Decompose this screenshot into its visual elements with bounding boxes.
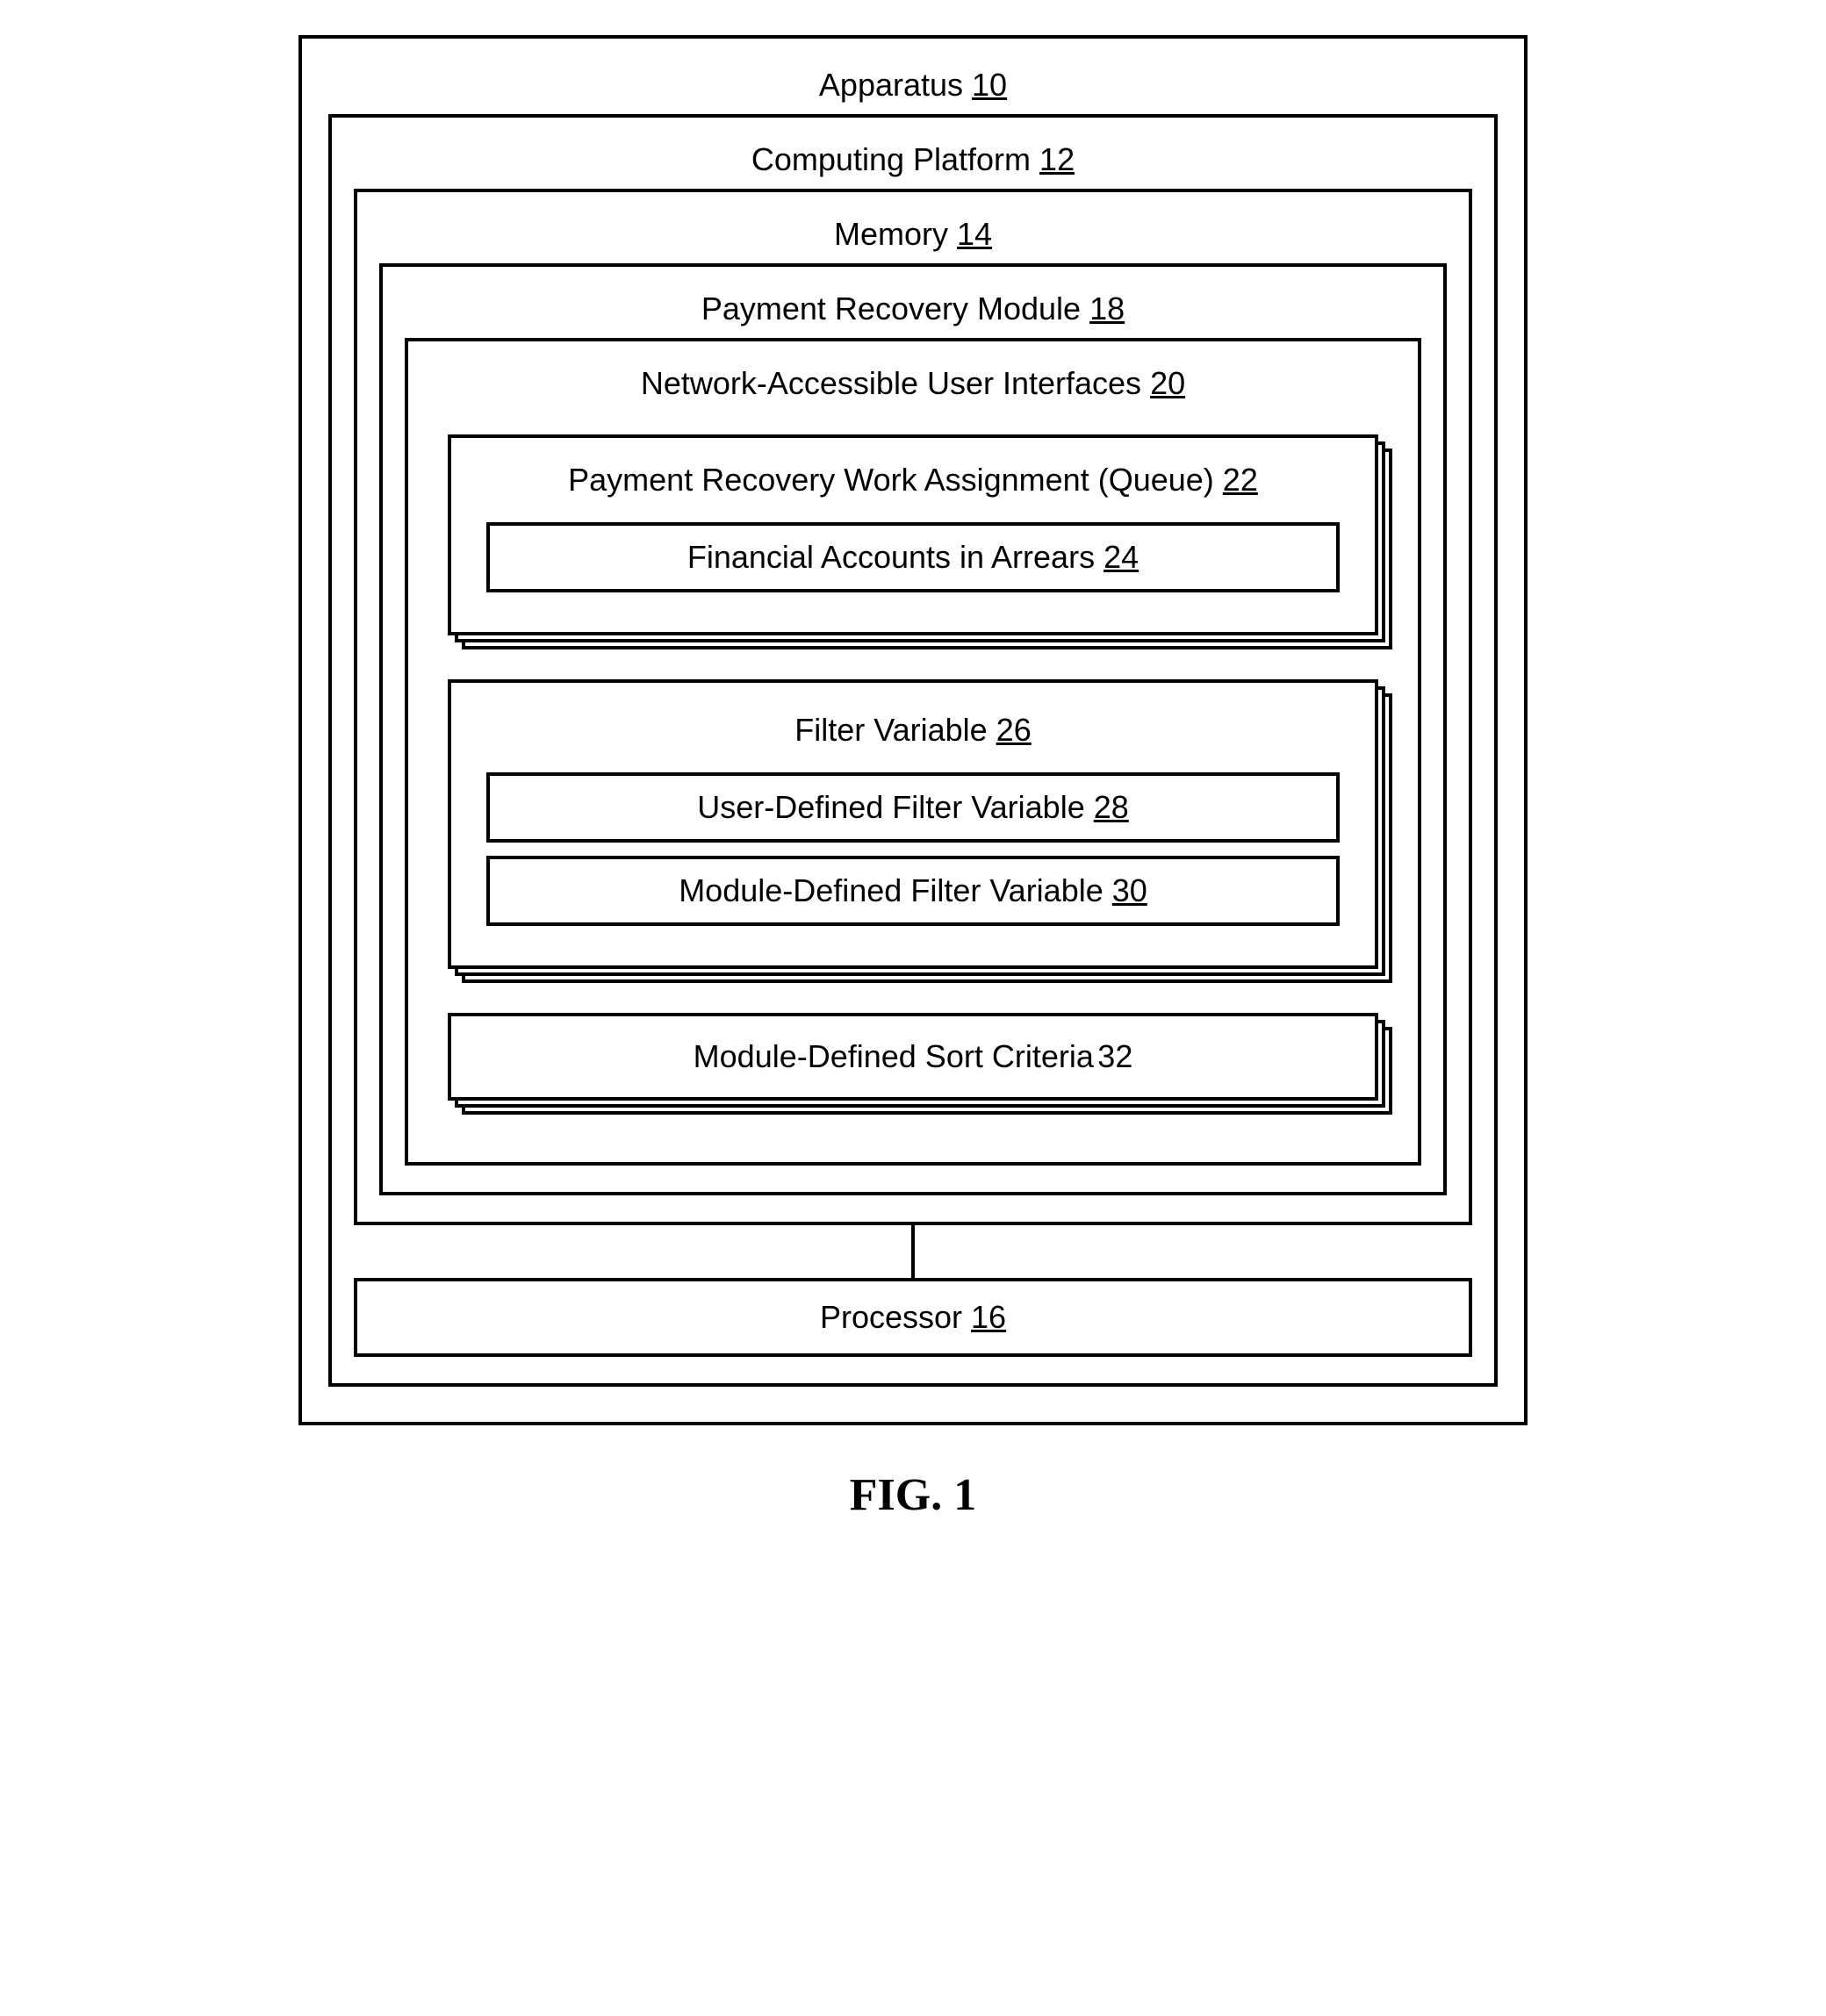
processor-ref: 16 [971,1299,1006,1335]
computing-platform-ref: 12 [1039,141,1075,177]
apparatus-box: Apparatus 10 Computing Platform 12 Memor… [298,35,1528,1425]
module-filter-ref: 30 [1112,872,1147,908]
accounts-box: Financial Accounts in Arrears 24 [486,522,1340,592]
apparatus-ref: 10 [972,67,1007,103]
filter-variable-ref: 26 [996,712,1032,748]
accounts-ref: 24 [1104,539,1139,575]
diagram-container: Apparatus 10 Computing Platform 12 Memor… [298,35,1528,1521]
sort-criteria-box: Module-Defined Sort Criteria 32 [448,1013,1378,1101]
computing-platform-label: Computing Platform 12 [354,131,1472,189]
processor-text: Processor [820,1299,962,1335]
payment-recovery-label: Payment Recovery Module 18 [405,280,1421,338]
queue-label: Payment Recovery Work Assignment (Queue)… [478,451,1348,509]
payment-recovery-text: Payment Recovery Module [701,291,1081,326]
network-ui-label: Network-Accessible User Interfaces 20 [430,355,1396,413]
network-ui-text: Network-Accessible User Interfaces [641,365,1141,401]
apparatus-label: Apparatus 10 [328,56,1498,114]
payment-recovery-box: Payment Recovery Module 18 Network-Acces… [379,263,1447,1195]
memory-ref: 14 [957,216,992,252]
payment-recovery-ref: 18 [1089,291,1125,326]
user-filter-box: User-Defined Filter Variable 28 [486,772,1340,843]
sort-criteria-ref: 32 [1097,1038,1132,1074]
queue-box: Payment Recovery Work Assignment (Queue)… [448,434,1378,635]
apparatus-text: Apparatus [819,67,963,103]
user-filter-ref: 28 [1094,789,1129,825]
sort-criteria-text: Module-Defined Sort Criteria [694,1038,1094,1074]
filter-variable-box: Filter Variable 26 User-Defined Filter V… [448,679,1378,969]
network-ui-box: Network-Accessible User Interfaces 20 Pa… [405,338,1421,1166]
module-filter-box: Module-Defined Filter Variable 30 [486,856,1340,926]
network-ui-ref: 20 [1150,365,1185,401]
memory-text: Memory [834,216,948,252]
module-filter-text: Module-Defined Filter Variable [679,872,1104,908]
queue-text: Payment Recovery Work Assignment (Queue) [568,462,1214,498]
memory-label: Memory 14 [379,205,1447,263]
connector-line [911,1225,915,1278]
filter-variable-text: Filter Variable [794,712,987,748]
accounts-text: Financial Accounts in Arrears [687,539,1095,575]
computing-platform-box: Computing Platform 12 Memory 14 Payment … [328,114,1498,1387]
queue-stack: Payment Recovery Work Assignment (Queue)… [448,434,1378,635]
computing-platform-text: Computing Platform [751,141,1031,177]
queue-ref: 22 [1223,462,1258,498]
sort-stack: Module-Defined Sort Criteria 32 [448,1013,1378,1101]
processor-box: Processor 16 [354,1278,1472,1357]
memory-box: Memory 14 Payment Recovery Module 18 Net… [354,189,1472,1225]
figure-caption: FIG. 1 [298,1469,1528,1521]
user-filter-text: User-Defined Filter Variable [697,789,1085,825]
filter-stack: Filter Variable 26 User-Defined Filter V… [448,679,1378,969]
filter-variable-label: Filter Variable 26 [478,696,1348,759]
